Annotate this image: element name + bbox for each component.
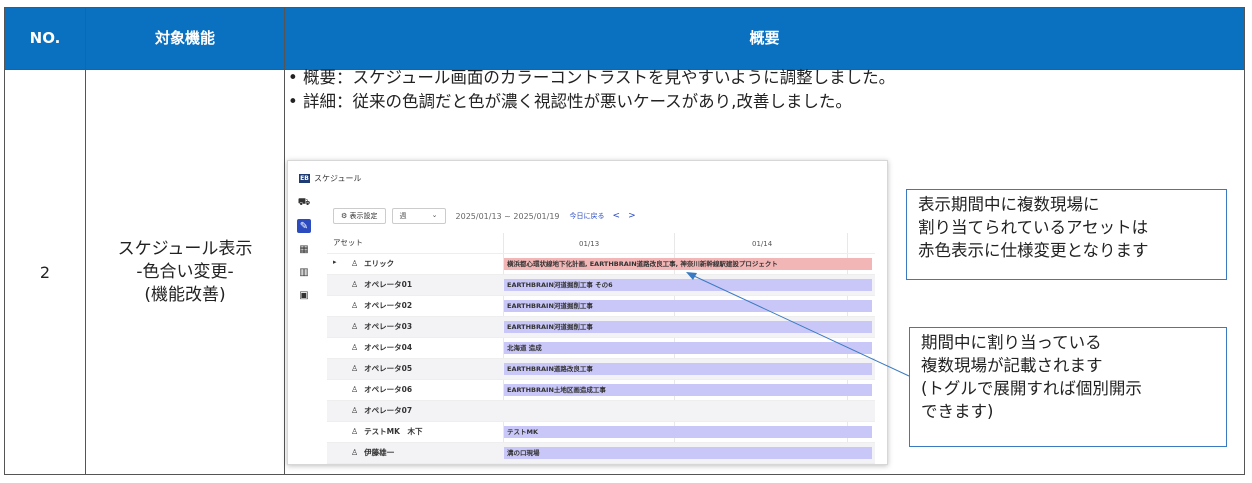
next-arrow[interactable]: >	[628, 211, 636, 221]
table-row[interactable]: ♙ オペレータ06 EARTHBRAIN土地区画造成工事	[327, 380, 875, 401]
map-icon[interactable]: ▥	[297, 265, 311, 279]
display-settings-button[interactable]: ⚙ 表示設定	[333, 208, 386, 224]
today-link[interactable]: 今日に戻る	[570, 211, 605, 221]
schedule-bar[interactable]: EARTHBRAIN河道掘削工事 その6	[504, 279, 872, 291]
screen-title: スケジュール	[314, 174, 362, 183]
calendar-icon[interactable]: ▦	[297, 242, 311, 256]
schedule-toolbar: ⚙ 表示設定 週 ⌄ 2025/01/13 ~ 2025/01/19 今日に戻る …	[333, 208, 636, 224]
table-header: NO. 対象機能 概要	[5, 8, 1244, 69]
red-display-callout: 表示期間中に複数現場に 割り当てられているアセットは 赤色表示に仕様変更となりま…	[906, 189, 1227, 280]
edit-icon[interactable]: ✎	[297, 219, 311, 233]
table-row[interactable]: ♙ オペレータ05 EARTHBRAIN道路改良工事	[327, 359, 875, 380]
side-nav: ⛟ ✎ ▦ ▥ ▣	[297, 196, 315, 311]
header-summary: 概要	[749, 29, 780, 47]
function-subtitle: -色合い変更-	[136, 261, 234, 282]
multi-site-bar[interactable]: 横浜都心環状線地下化計画, EARTHBRAIN道路改良工事, 神奈川新幹線駅建…	[504, 258, 872, 270]
person-icon: ♙	[351, 448, 359, 457]
summary-bullet: 概要：スケジュール画面のカラーコントラストを見やすいように調整しました。	[288, 66, 895, 90]
column-divider	[284, 8, 285, 474]
person-icon: ♙	[351, 280, 359, 289]
table-row[interactable]: ♙ テストMK 木下 テストMK	[327, 422, 875, 443]
person-icon: ♙	[351, 364, 359, 373]
person-icon: ♙	[351, 259, 359, 268]
period-select[interactable]: 週 ⌄	[391, 208, 446, 224]
asset-name: ♙ オペレータ06	[351, 385, 413, 394]
asset-name: ♙ オペレータ02	[351, 301, 413, 310]
table-row[interactable]: ♙ オペレータ01 EARTHBRAIN河道掘削工事 その6	[327, 275, 875, 296]
schedule-bar[interactable]: テストMK	[504, 426, 872, 438]
multiple-sites-callout: 期間中に割り当っている 複数現場が記載されます (トグルで展開すれば個別開示 で…	[909, 327, 1227, 447]
schedule-bar[interactable]: 溝の口現場	[504, 447, 872, 459]
app-logo: EB	[299, 174, 310, 183]
table-row[interactable]: ♙ オペレータ04 北海道 造成	[327, 338, 875, 359]
asset-name: ♙ エリック	[351, 259, 395, 268]
schedule-bar[interactable]: EARTHBRAIN河道掘削工事	[504, 321, 872, 333]
function-category: (機能改善)	[144, 284, 226, 305]
detail-bullet: 詳細：従来の色調だと色が濃く視認性が悪いケースがあり,改善しました。	[288, 90, 895, 114]
chevron-down-icon: ⌄	[431, 211, 438, 219]
person-icon: ♙	[351, 322, 359, 331]
asset-name: ♙ テストMK 木下	[351, 427, 423, 436]
date-column-header: 01/14	[752, 240, 773, 248]
schedule-bar[interactable]: EARTHBRAIN河道掘削工事	[504, 300, 872, 312]
asset-name: ♙ オペレータ03	[351, 322, 413, 331]
prev-arrow[interactable]: <	[613, 211, 621, 221]
date-range: 2025/01/13 ~ 2025/01/19	[455, 211, 560, 221]
row-number: 2	[39, 262, 51, 282]
person-icon: ♙	[351, 301, 359, 310]
asset-header: アセット	[333, 238, 363, 247]
asset-name: ♙ オペレータ05	[351, 364, 413, 373]
header-no: NO.	[29, 29, 61, 47]
schedule-bar[interactable]: EARTHBRAIN土地区画造成工事	[504, 384, 872, 396]
asset-name: ♙ 伊藤雄一	[351, 448, 395, 457]
header-function: 対象機能	[154, 29, 215, 47]
schedule-grid: アセット 01/13 01/14 ▸ ♙ エリック 横浜都心環状線地下化計画, EAR…	[327, 233, 875, 464]
date-column-header: 01/13	[579, 240, 600, 248]
summary-bullets: 概要：スケジュール画面のカラーコントラストを見やすいように調整しました。 詳細：…	[288, 66, 895, 114]
person-icon: ♙	[351, 406, 359, 415]
truck-icon[interactable]: ⛟	[297, 196, 311, 210]
function-cell: スケジュール表示 -色合い変更- (機能改善)	[86, 70, 284, 474]
asset-name: ♙ オペレータ01	[351, 280, 413, 289]
schedule-bar[interactable]: 北海道 造成	[504, 342, 872, 354]
table-row[interactable]: ▸ ♙ エリック 横浜都心環状線地下化計画, EARTHBRAIN道路改良工事, 神奈…	[327, 254, 875, 275]
grid-header: アセット 01/13 01/14	[327, 233, 875, 254]
asset-name: ♙ オペレータ04	[351, 343, 413, 352]
gear-icon: ⚙	[341, 212, 350, 220]
table-row[interactable]: ♙ オペレータ03 EARTHBRAIN河道掘削工事	[327, 317, 875, 338]
table-row[interactable]: ♙ 伊藤雄一 溝の口現場	[327, 443, 875, 464]
expand-toggle-icon[interactable]: ▸	[333, 258, 337, 266]
function-name: スケジュール表示	[117, 238, 253, 259]
asset-name: ♙ オペレータ07	[351, 406, 413, 415]
table-row[interactable]: ♙ オペレータ02 EARTHBRAIN河道掘削工事	[327, 296, 875, 317]
person-icon: ♙	[351, 343, 359, 352]
schedule-bar[interactable]: EARTHBRAIN道路改良工事	[504, 363, 872, 375]
person-icon: ♙	[351, 385, 359, 394]
schedule-screenshot: EB スケジュール ⛟ ✎ ▦ ▥ ▣ ⚙ 表示設定 週 ⌄ 2025/01/13…	[287, 160, 888, 465]
table-row[interactable]: ♙ オペレータ07	[327, 401, 875, 422]
document-icon[interactable]: ▣	[297, 288, 311, 302]
person-icon: ♙	[351, 427, 359, 436]
